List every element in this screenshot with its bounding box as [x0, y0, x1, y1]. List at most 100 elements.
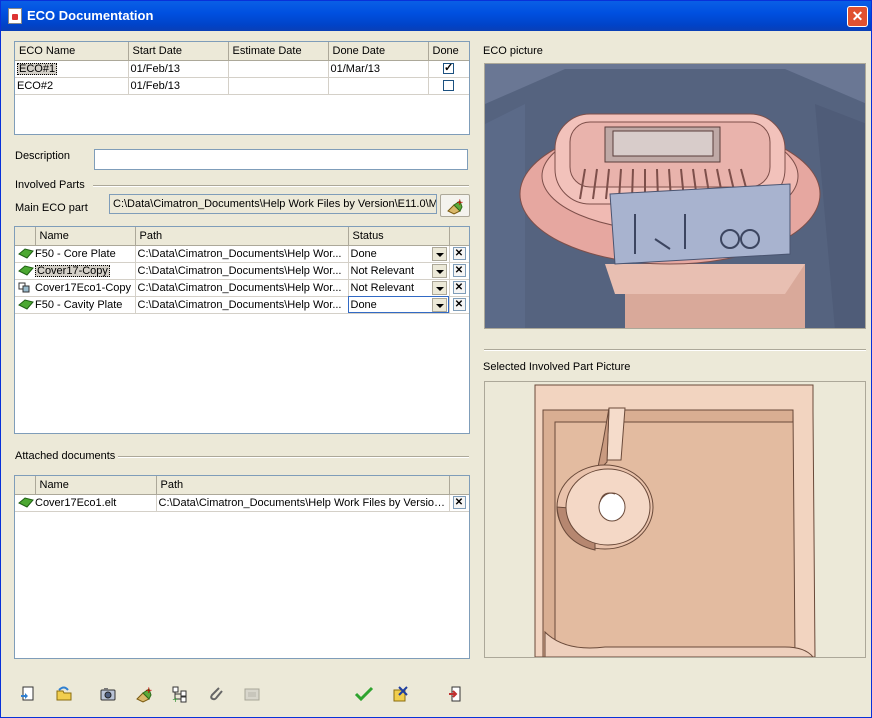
done-checkbox[interactable]: [443, 80, 454, 92]
exit-door-icon: [449, 686, 461, 702]
main-eco-part-label: Main ECO part: [15, 202, 88, 214]
assembly-tree-icon: +: [172, 686, 187, 703]
delete-row-icon[interactable]: ✕: [452, 496, 466, 509]
attached-documents-table[interactable]: Name Path Cover17Eco1.elt C:\Data\Cimatr…: [14, 475, 470, 659]
group-divider: [118, 456, 469, 458]
part-icon: [18, 299, 34, 310]
status-value[interactable]: Not Relevant: [351, 265, 415, 277]
title-bar[interactable]: ECO Documentation ✕: [1, 1, 871, 31]
eco-table[interactable]: ECO Name Start Date Estimate Date Done D…: [14, 41, 470, 135]
table-row[interactable]: Cover17-Copy C:\Data\Cimatron_Documents\…: [15, 262, 469, 280]
cancel-icon: [393, 686, 408, 702]
part-icon: [18, 265, 34, 276]
attached-table-header: Name Path: [15, 476, 469, 495]
delete-row-icon[interactable]: ✕: [452, 298, 466, 311]
eco-model-image: [485, 64, 865, 328]
window-title: ECO Documentation: [27, 8, 154, 23]
picture-divider: [484, 349, 866, 351]
camera-icon: [100, 688, 116, 701]
delete-row-icon[interactable]: ✕: [452, 281, 466, 294]
cancel-button[interactable]: [389, 683, 411, 705]
col-done[interactable]: Done: [428, 42, 469, 61]
col-path[interactable]: Path: [156, 476, 450, 495]
new-eco-button[interactable]: [17, 683, 39, 705]
part-picture-label: Selected Involved Part Picture: [483, 361, 631, 373]
eco-table-header: ECO Name Start Date Estimate Date Done D…: [15, 42, 469, 61]
add-assembly-button[interactable]: +: [169, 683, 191, 705]
add-part-icon: +: [136, 686, 153, 703]
col-done-date[interactable]: Done Date: [328, 42, 429, 61]
document-path: C:\Data\Cimatron_Documents\Help Work Fil…: [156, 494, 450, 512]
table-row[interactable]: Cover17Eco1-Copy C:\Data\Cimatron_Docume…: [15, 279, 469, 297]
ok-button[interactable]: [353, 683, 375, 705]
done-checkbox[interactable]: [443, 61, 454, 75]
start-date-cell[interactable]: 01/Feb/13: [128, 60, 229, 78]
col-path[interactable]: Path: [135, 227, 349, 246]
assembly-icon: [18, 282, 30, 293]
table-row[interactable]: Cover17Eco1.elt C:\Data\Cimatron_Documen…: [15, 494, 469, 512]
part-path: C:\Data\Cimatron_Documents\Help Wor...: [135, 296, 349, 314]
eco-name-cell[interactable]: ECO#1: [17, 62, 58, 75]
svg-text:+: +: [172, 695, 179, 703]
status-dropdown-icon[interactable]: [431, 263, 447, 278]
status-value[interactable]: Not Relevant: [351, 282, 415, 294]
status-dropdown-icon[interactable]: [431, 246, 447, 261]
open-folder-icon: [56, 686, 72, 701]
capture-picture-button[interactable]: [97, 683, 119, 705]
paperclip-icon: [210, 687, 223, 701]
eco-picture-label: ECO picture: [483, 45, 543, 57]
status-dropdown-icon[interactable]: [431, 280, 447, 295]
part-icon: [18, 497, 34, 508]
delete-row-icon[interactable]: ✕: [452, 247, 466, 260]
done-date-cell[interactable]: 01/Mar/13: [328, 60, 429, 78]
close-button[interactable]: ✕: [847, 6, 868, 27]
document-name: Cover17Eco1.elt: [35, 496, 117, 509]
col-estimate-date[interactable]: Estimate Date: [228, 42, 329, 61]
add-part-icon: +: [447, 198, 464, 215]
document-disabled-icon: [244, 688, 260, 701]
load-eco-button[interactable]: [53, 683, 75, 705]
table-row[interactable]: ECO#1 01/Feb/13 01/Mar/13: [15, 60, 469, 78]
start-date-cell[interactable]: 01/Feb/13: [128, 77, 229, 95]
status-dropdown-icon[interactable]: [431, 297, 447, 312]
attach-document-button[interactable]: [205, 683, 227, 705]
status-value[interactable]: Done: [351, 248, 377, 260]
done-date-cell[interactable]: [328, 77, 429, 95]
part-icon: [18, 248, 34, 259]
part-path: C:\Data\Cimatron_Documents\Help Wor...: [135, 262, 349, 280]
description-input[interactable]: [94, 149, 468, 170]
select-main-part-button[interactable]: +: [440, 194, 470, 217]
estimate-date-cell[interactable]: [228, 77, 329, 95]
app-icon: [8, 8, 22, 24]
table-row[interactable]: ECO#2 01/Feb/13: [15, 77, 469, 95]
status-value[interactable]: Done: [351, 299, 377, 311]
table-row[interactable]: F50 - Cavity Plate C:\Data\Cimatron_Docu…: [15, 296, 469, 314]
description-label: Description: [15, 150, 71, 162]
part-path: C:\Data\Cimatron_Documents\Help Wor...: [135, 279, 349, 297]
checkmark-icon: [354, 686, 374, 702]
new-document-icon: [21, 686, 34, 701]
delete-row-icon[interactable]: ✕: [452, 264, 466, 277]
add-involved-part-button[interactable]: +: [133, 683, 155, 705]
col-name[interactable]: Name: [35, 227, 136, 246]
involved-parts-table[interactable]: Name Path Status F50 - Core Plate C:\Dat…: [14, 226, 470, 434]
col-name[interactable]: Name: [35, 476, 157, 495]
eco-name-cell[interactable]: ECO#2: [15, 77, 129, 95]
estimate-date-cell[interactable]: [228, 60, 329, 78]
attached-documents-label: Attached documents: [15, 450, 116, 462]
parts-table-header: Name Path Status: [15, 227, 469, 246]
part-picture: [484, 381, 866, 658]
col-start-date[interactable]: Start Date: [128, 42, 229, 61]
main-eco-part-field[interactable]: C:\Data\Cimatron_Documents\Help Work Fil…: [109, 194, 437, 214]
eco-picture: [484, 63, 866, 329]
part-name: Cover17Eco1-Copy: [35, 281, 131, 294]
part-name: Cover17-Copy: [35, 264, 110, 277]
table-row[interactable]: F50 - Core Plate C:\Data\Cimatron_Docume…: [15, 245, 469, 263]
close-icon: ✕: [851, 8, 864, 24]
col-eco-name[interactable]: ECO Name: [15, 42, 129, 61]
svg-text:+: +: [145, 686, 153, 696]
col-status[interactable]: Status: [348, 227, 450, 246]
disabled-tool-button[interactable]: [241, 683, 263, 705]
exit-button[interactable]: [445, 683, 467, 705]
part-name: F50 - Cavity Plate: [35, 298, 123, 311]
